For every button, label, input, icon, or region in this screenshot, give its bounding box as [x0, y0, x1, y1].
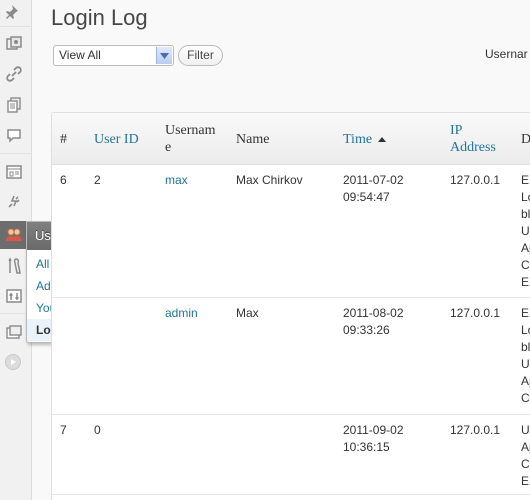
tools-icon[interactable]: [4, 256, 24, 276]
appearance-icon[interactable]: [4, 162, 24, 182]
users-icon: [4, 225, 24, 245]
view-filter-select[interactable]: View All: [53, 45, 174, 66]
media-icon[interactable]: [4, 34, 24, 54]
column-name[interactable]: Name: [236, 131, 269, 148]
row-description: E Lo bl U Ap C E: [521, 173, 530, 289]
pin-icon[interactable]: [4, 2, 24, 22]
page-title: Login Log: [51, 5, 148, 30]
row-ip: 127.0.0.1: [450, 423, 501, 437]
table-row: 6 2 max Max Chirkov 2011-07-02 09:54:47 …: [52, 165, 530, 298]
row-name: Max: [236, 306, 259, 320]
row-user-id: 2: [94, 173, 101, 187]
plugins-icon[interactable]: [4, 192, 24, 212]
view-filter-value: View All: [59, 48, 101, 62]
row-ip: 127.0.0.1: [450, 173, 501, 187]
column-number: #: [60, 132, 67, 147]
table-header: # User ID Usernam e Name Time IP Address…: [52, 113, 530, 165]
settings-icon[interactable]: [4, 286, 24, 306]
row-name: Max Chirkov: [236, 173, 303, 187]
row-ip: 127.0.0.1: [450, 306, 501, 320]
filter-button[interactable]: Filter: [178, 45, 223, 66]
row-time: 2011-08-02 09:33:26: [343, 306, 404, 337]
row-time: 2011-09-02 10:36:15: [343, 423, 404, 454]
row-user-id: 0: [94, 423, 101, 437]
column-description[interactable]: D: [521, 131, 530, 148]
chevron-down-icon: [156, 47, 172, 64]
sort-ascending-icon: [378, 137, 387, 143]
column-time[interactable]: Time: [343, 131, 387, 148]
row-number: 7: [60, 423, 67, 437]
row-username-link[interactable]: admin: [165, 305, 198, 322]
table-row: admin Max 2011-08-02 09:33:26 127.0.0.1 …: [52, 298, 530, 415]
comments-icon[interactable]: [4, 126, 24, 146]
table-row: 7 0 2011-09-02 10:36:15 127.0.0.1 U Ap C…: [52, 415, 530, 495]
row-description: U Ap C E: [521, 423, 530, 488]
row-time: 2011-07-02 09:54:47: [343, 173, 404, 204]
column-user-id[interactable]: User ID: [94, 131, 139, 148]
login-log-table: # User ID Usernam e Name Time IP Address…: [51, 112, 530, 500]
dashboard-icon[interactable]: [4, 322, 24, 342]
username-filter-label: Usernar: [485, 47, 528, 61]
column-time-label: Time: [343, 132, 373, 147]
row-description: E Lo bl U Ap C: [521, 306, 530, 405]
row-number: 6: [60, 173, 67, 187]
links-icon[interactable]: [4, 64, 24, 84]
column-ip-address[interactable]: IP Address: [450, 122, 496, 156]
row-username-link[interactable]: max: [165, 172, 188, 189]
collapse-icon[interactable]: [5, 354, 21, 370]
pages-icon[interactable]: [4, 95, 24, 115]
column-username[interactable]: Usernam e: [165, 122, 227, 156]
